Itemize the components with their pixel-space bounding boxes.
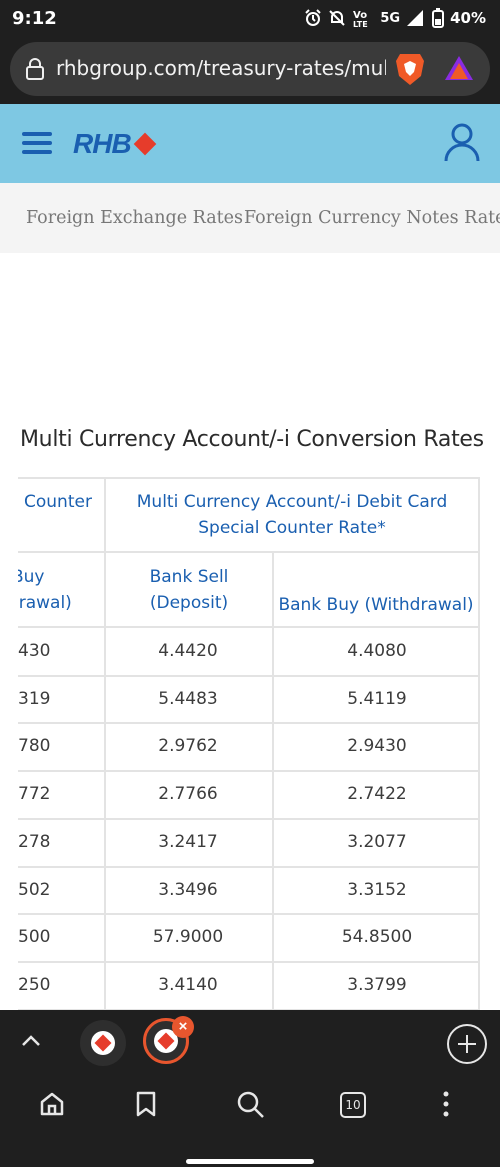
- header-bank-buy-line1: Buy: [18, 567, 45, 587]
- tab-switcher-button[interactable]: 10: [340, 1092, 366, 1118]
- battery-level: 40%: [450, 9, 486, 27]
- battery-icon: [432, 8, 445, 28]
- row-divider: [18, 817, 480, 820]
- address-bar[interactable]: rhbgroup.com/treasury-rates/mult: [10, 42, 490, 96]
- table-cell-left: 500: [18, 927, 51, 948]
- header-counter: Counter: [24, 492, 92, 512]
- tab-foreign-exchange-rates[interactable]: Foreign Exchange Rates: [26, 208, 243, 228]
- more-options-icon[interactable]: [441, 1090, 451, 1118]
- table-cell-right: 2.7422: [347, 784, 407, 805]
- table-cell-left: 502: [18, 879, 51, 900]
- row-divider: [18, 722, 480, 725]
- tab-foreign-currency-notes-rates[interactable]: Foreign Currency Notes Rates: [244, 208, 500, 228]
- table-cell-right: 4.4080: [347, 641, 407, 661]
- signal-icon: [407, 10, 424, 26]
- table-cell-mid: 5.4483: [158, 688, 218, 709]
- lock-icon[interactable]: [24, 58, 46, 80]
- row-divider: [18, 770, 480, 773]
- table-cell-left: 780: [18, 736, 51, 757]
- rhb-logo[interactable]: RHB: [73, 128, 156, 160]
- table-cell-left: 278: [18, 831, 51, 852]
- table-cell-mid: 2.9762: [158, 736, 218, 757]
- header-debit-card-line2: Special Counter Rate*: [198, 518, 386, 538]
- logo-text: RHB: [73, 128, 132, 159]
- row-divider: [18, 674, 480, 677]
- search-icon[interactable]: [236, 1090, 266, 1120]
- table-cell-left: 430: [18, 641, 51, 661]
- volte-icon: VoLTE: [353, 10, 368, 28]
- table-cell-right: 5.4119: [347, 688, 407, 709]
- table-cell-right: 2.9430: [347, 736, 407, 757]
- table-cell-mid: 3.2417: [158, 831, 218, 852]
- browser-toolbar: rhbgroup.com/treasury-rates/mult: [0, 36, 500, 104]
- header-bank-buy-line2: lrawal): [18, 593, 72, 613]
- status-time: 9:12: [12, 8, 57, 29]
- new-tab-button[interactable]: [447, 1024, 487, 1064]
- table-cell-right: 3.3152: [347, 879, 407, 900]
- table-cell-right: 3.2077: [347, 831, 407, 852]
- browser-bottom-bar: × 10: [0, 1010, 500, 1167]
- status-bar: 9:12 Vo LTE 5G 40%: [0, 0, 500, 36]
- header-bank-buy-withdrawal: Bank Buy (Withdrawal): [278, 595, 474, 615]
- home-indicator[interactable]: [186, 1159, 314, 1164]
- section-title: Multi Currency Account/-i Conversion Rat…: [20, 427, 484, 452]
- table-cell-left: 250: [18, 974, 51, 995]
- row-divider: [18, 865, 480, 868]
- table-cell-right: 3.3799: [347, 974, 407, 995]
- table-cell-mid: 3.3496: [158, 879, 218, 900]
- chevron-up-icon[interactable]: [20, 1032, 42, 1048]
- header-bank-sell-line2: (Deposit): [149, 593, 229, 613]
- menu-icon[interactable]: [22, 132, 52, 154]
- table-cell-left: 319: [18, 688, 51, 709]
- close-tab-icon[interactable]: ×: [172, 1016, 194, 1038]
- rates-table[interactable]: Counter Multi Currency Account/-i Debit …: [18, 477, 480, 1010]
- table-cell-left: 772: [18, 784, 51, 805]
- bookmark-icon[interactable]: [134, 1090, 158, 1118]
- table-cell-right: 54.8500: [341, 927, 413, 948]
- tab-thumbnail[interactable]: [80, 1020, 126, 1066]
- brave-shields-icon[interactable]: [394, 52, 426, 86]
- mute-icon: [329, 10, 346, 26]
- site-header: RHB: [0, 104, 500, 183]
- table-cell-mid: 57.9000: [152, 927, 224, 948]
- logo-diamond-icon: [133, 132, 156, 156]
- rates-tabs: Foreign Exchange Rates Foreign Currency …: [0, 183, 500, 253]
- table-cell-mid: 2.7766: [158, 784, 218, 805]
- svg-text:LTE: LTE: [353, 20, 368, 28]
- brave-rewards-icon[interactable]: [444, 55, 474, 81]
- status-icons: Vo LTE 5G 40%: [304, 7, 486, 29]
- url-text[interactable]: rhbgroup.com/treasury-rates/mult: [56, 56, 386, 80]
- alarm-icon: [305, 9, 322, 26]
- home-icon[interactable]: [38, 1090, 66, 1118]
- header-debit-card-line1: Multi Currency Account/-i Debit Card: [136, 492, 448, 512]
- table-cell-mid: 4.4420: [158, 641, 218, 661]
- row-divider: [18, 913, 480, 916]
- table-cell-mid: 3.4140: [158, 974, 218, 995]
- header-bank-sell-line1: Bank Sell: [149, 567, 229, 587]
- user-account-icon[interactable]: [443, 122, 481, 162]
- row-divider: [18, 960, 480, 963]
- network-type: 5G: [380, 10, 401, 26]
